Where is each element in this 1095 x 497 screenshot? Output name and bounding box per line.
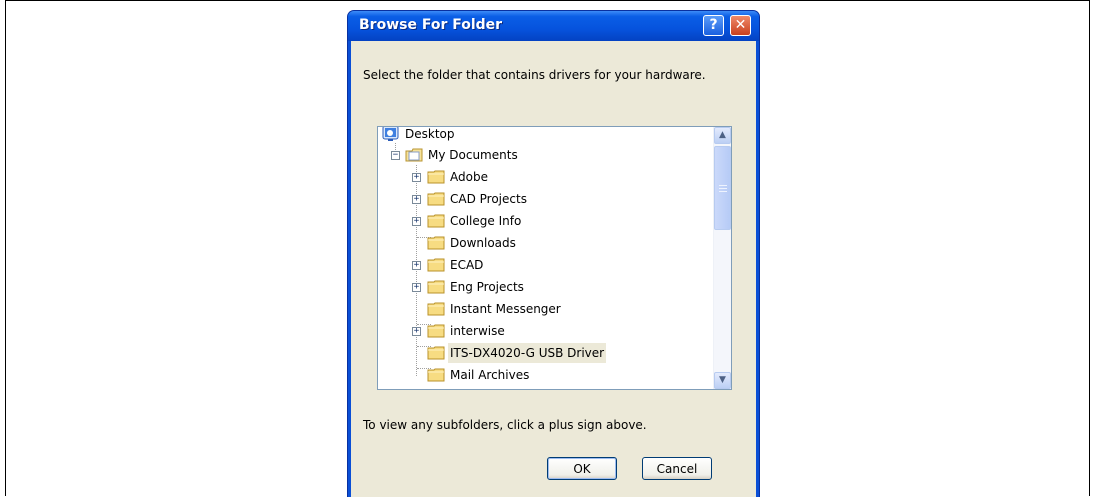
help-icon: ?: [709, 17, 718, 33]
folder-tree[interactable]: Desktop − My Documents + Adobe + CAD Pro…: [377, 126, 732, 390]
close-icon: ✕: [734, 17, 747, 33]
scroll-thumb[interactable]: [714, 146, 731, 230]
title-bar[interactable]: Browse For Folder ? ✕: [348, 11, 759, 41]
tree-node-label: Adobe: [450, 170, 488, 184]
help-button[interactable]: ?: [703, 15, 724, 36]
tree-node-label: My Documents: [428, 148, 518, 162]
folder-icon: [427, 192, 445, 206]
grip-line: [719, 185, 727, 186]
tree-node-label: ECAD: [450, 258, 484, 272]
ok-button[interactable]: OK: [547, 457, 617, 480]
grip-line: [719, 188, 727, 189]
close-button[interactable]: ✕: [730, 15, 751, 36]
tree-node-label: interwise: [450, 324, 505, 338]
dialog-client-area: Select the folder that contains drivers …: [351, 41, 756, 497]
vertical-scrollbar[interactable]: ▲ ▼: [713, 127, 731, 389]
documents-folder-icon: [405, 148, 423, 162]
grip-line: [719, 191, 727, 192]
browse-for-folder-dialog: Browse For Folder ? ✕ Select the folder …: [347, 10, 760, 497]
tree-node-label: Downloads: [450, 236, 516, 250]
desktop-icon: [382, 127, 399, 141]
tree-node-label: Mail Archives: [450, 368, 530, 382]
collapse-icon[interactable]: −: [391, 151, 400, 160]
folder-icon: [427, 214, 445, 228]
folder-icon: [427, 258, 445, 272]
scroll-down-button[interactable]: ▼: [714, 372, 731, 389]
chevron-up-icon: ▲: [719, 130, 726, 140]
expand-icon[interactable]: +: [412, 195, 421, 204]
screenshot-frame: Browse For Folder ? ✕ Select the folder …: [5, 0, 1090, 497]
chevron-down-icon: ▼: [719, 375, 726, 385]
tree-node-label: Desktop: [405, 127, 455, 141]
cancel-button[interactable]: Cancel: [642, 457, 712, 480]
folder-icon: [427, 302, 445, 316]
expand-icon[interactable]: +: [412, 173, 421, 182]
folder-icon: [427, 368, 445, 382]
scroll-up-button[interactable]: ▲: [714, 127, 731, 144]
folder-icon: [427, 324, 445, 338]
dialog-title: Browse For Folder: [359, 17, 503, 33]
folder-icon: [427, 280, 445, 294]
expand-icon[interactable]: +: [412, 261, 421, 270]
tree-node-label: College Info: [450, 214, 522, 228]
folder-icon: [427, 170, 445, 184]
tree-node-label: CAD Projects: [450, 192, 527, 206]
folder-icon: [427, 346, 445, 360]
instruction-text: Select the folder that contains drivers …: [363, 68, 706, 82]
expand-icon[interactable]: +: [412, 283, 421, 292]
expand-icon[interactable]: +: [412, 217, 421, 226]
expand-icon[interactable]: +: [412, 327, 421, 336]
hint-text: To view any subfolders, click a plus sig…: [363, 418, 647, 432]
tree-node-label: Eng Projects: [450, 280, 524, 294]
tree-node-label: Instant Messenger: [450, 302, 561, 316]
tree-node-label: ITS-DX4020-G USB Driver: [448, 343, 607, 363]
folder-icon: [427, 236, 445, 250]
